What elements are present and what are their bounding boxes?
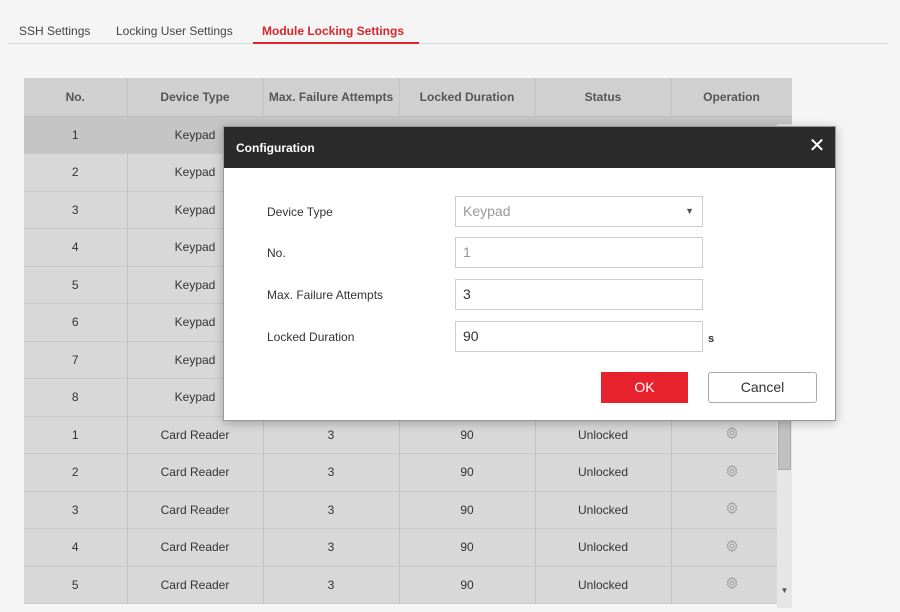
configuration-dialog: Configuration ✕ Device Type Keypad ▼ No.… (223, 126, 836, 421)
cell-no: 8 (24, 378, 128, 417)
gear-icon[interactable] (725, 426, 739, 443)
cell-locked-duration: 90 (399, 453, 536, 492)
cell-no: 4 (24, 228, 128, 267)
table-row[interactable]: 4 Card Reader 3 90 Unlocked (24, 528, 792, 567)
cell-device-type: Card Reader (127, 566, 264, 604)
active-tab-indicator (253, 42, 419, 44)
cell-no: 3 (24, 491, 128, 529)
cell-locked-duration: 90 (399, 528, 536, 567)
cell-max-failure-attempts: 3 (263, 453, 400, 492)
cell-no: 2 (24, 153, 128, 192)
tab-bar: SSH Settings Locking User Settings Modul… (0, 0, 900, 48)
cell-status: Unlocked (535, 491, 672, 529)
gear-icon[interactable] (725, 576, 739, 593)
cell-max-failure-attempts: 3 (263, 416, 400, 454)
cell-locked-duration: 90 (399, 416, 536, 454)
cell-max-failure-attempts: 3 (263, 566, 400, 604)
cell-operation (671, 566, 792, 604)
cell-no: 3 (24, 191, 128, 229)
column-header-max-failure-attempts[interactable]: Max. Failure Attempts (263, 78, 400, 117)
cell-no: 1 (24, 416, 128, 454)
locked-duration-label: Locked Duration (267, 330, 355, 344)
cell-device-type: Card Reader (127, 491, 264, 529)
cell-status: Unlocked (535, 416, 672, 454)
cell-device-type: Card Reader (127, 528, 264, 567)
cell-no: 1 (24, 116, 128, 154)
device-type-select-value: Keypad (463, 203, 511, 219)
gear-icon[interactable] (725, 501, 739, 518)
no-field: 1 (455, 237, 703, 268)
column-header-status[interactable]: Status (535, 78, 672, 117)
gear-icon[interactable] (725, 539, 739, 556)
cell-max-failure-attempts: 3 (263, 528, 400, 567)
cell-status: Unlocked (535, 566, 672, 604)
dialog-header: Configuration ✕ (224, 127, 835, 168)
cell-no: 5 (24, 266, 128, 304)
max-failure-attempts-input[interactable]: 3 (455, 279, 703, 310)
cell-operation (671, 491, 792, 529)
device-type-select[interactable]: Keypad ▼ (455, 196, 703, 227)
scroll-down-arrow-icon[interactable]: ▼ (777, 584, 792, 598)
column-header-device-type[interactable]: Device Type (127, 78, 264, 117)
locked-duration-input[interactable]: 90 (455, 321, 703, 352)
cell-operation (671, 453, 792, 492)
dialog-title: Configuration (236, 141, 315, 155)
locked-duration-unit: s (708, 333, 715, 345)
table-header-row: No. Device Type Max. Failure Attempts Lo… (24, 78, 792, 117)
cell-status: Unlocked (535, 528, 672, 567)
cell-operation (671, 416, 792, 454)
tab-module-locking-settings[interactable]: Module Locking Settings (262, 24, 404, 38)
table-row[interactable]: 3 Card Reader 3 90 Unlocked (24, 491, 792, 529)
tab-divider (8, 43, 888, 44)
column-header-operation[interactable]: Operation (671, 78, 792, 117)
ok-button[interactable]: OK (601, 372, 688, 403)
gear-icon[interactable] (725, 464, 739, 481)
cell-no: 4 (24, 528, 128, 567)
chevron-down-icon: ▼ (685, 206, 694, 216)
table-row[interactable]: 5 Card Reader 3 90 Unlocked (24, 566, 792, 604)
tab-locking-user-settings[interactable]: Locking User Settings (116, 24, 233, 38)
cell-device-type: Card Reader (127, 416, 264, 454)
cell-no: 5 (24, 566, 128, 604)
cell-locked-duration: 90 (399, 566, 536, 604)
cell-status: Unlocked (535, 453, 672, 492)
cell-operation (671, 528, 792, 567)
cell-max-failure-attempts: 3 (263, 491, 400, 529)
cancel-button[interactable]: Cancel (708, 372, 817, 403)
table-row[interactable]: 2 Card Reader 3 90 Unlocked (24, 453, 792, 492)
no-label: No. (267, 246, 286, 260)
cell-no: 7 (24, 341, 128, 379)
device-type-label: Device Type (267, 205, 333, 219)
cell-no: 2 (24, 453, 128, 492)
column-header-no[interactable]: No. (24, 78, 128, 117)
cell-locked-duration: 90 (399, 491, 536, 529)
max-failure-attempts-label: Max. Failure Attempts (267, 288, 384, 302)
column-header-locked-duration[interactable]: Locked Duration (399, 78, 536, 117)
tab-ssh-settings[interactable]: SSH Settings (19, 24, 90, 38)
cell-device-type: Card Reader (127, 453, 264, 492)
close-icon[interactable]: ✕ (807, 135, 827, 157)
table-row[interactable]: 1 Card Reader 3 90 Unlocked (24, 416, 792, 454)
cell-no: 6 (24, 303, 128, 342)
